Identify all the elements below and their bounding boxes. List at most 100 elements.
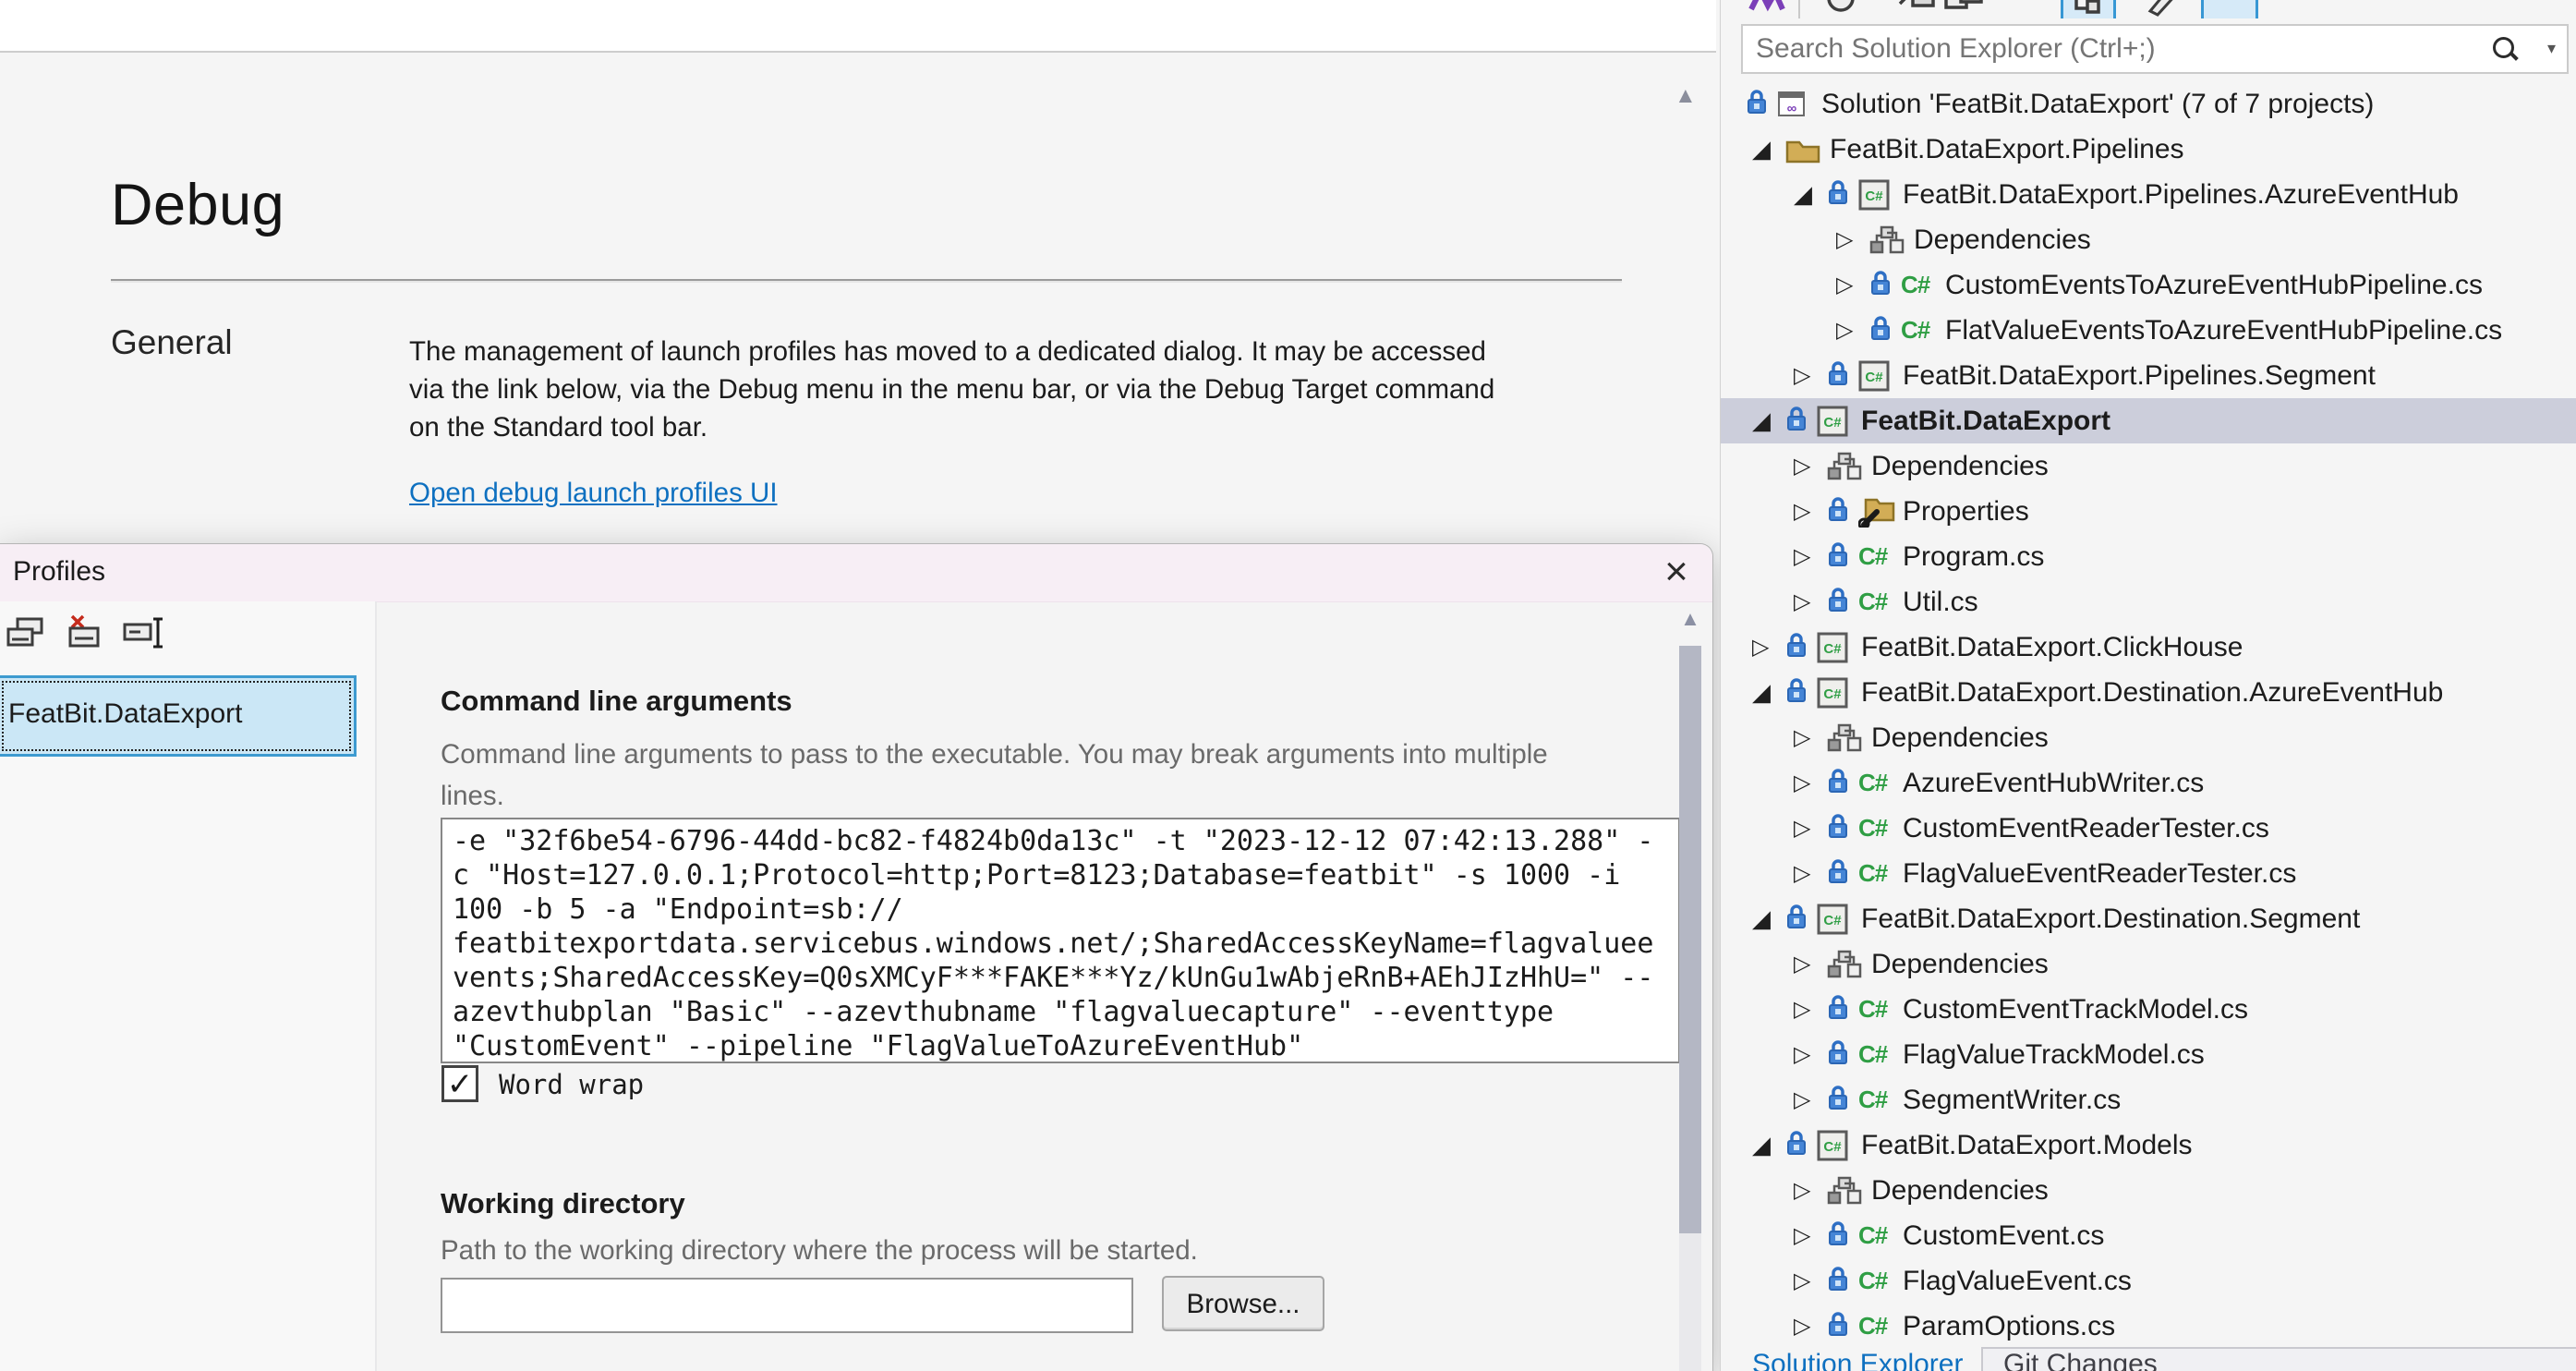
tree-row[interactable]: ◢ FeatBit.DataExport.Pipelines: [1721, 127, 2576, 172]
working-directory-input[interactable]: [441, 1278, 1133, 1333]
lock-icon: [1785, 631, 1817, 663]
tree-row[interactable]: ▷C#CustomEventTrackModel.cs: [1721, 987, 2576, 1032]
tree-row[interactable]: ▷ C#FlagValueEvent.cs: [1721, 1258, 2576, 1304]
expander-collapsed-icon[interactable]: ▷: [1794, 851, 1827, 896]
tree-row[interactable]: ◢C#FeatBit.DataExport.Pipelines.AzureEve…: [1721, 172, 2576, 217]
switch-views-icon[interactable]: [1746, 0, 1786, 18]
expander-collapsed-icon[interactable]: ▷: [1794, 534, 1827, 579]
expander-collapsed-icon[interactable]: ▷: [1794, 1168, 1827, 1213]
expander-expanded-icon[interactable]: ◢: [1752, 1122, 1785, 1168]
open-debug-launch-profiles-link[interactable]: Open debug launch profiles UI: [409, 478, 778, 509]
tree-row[interactable]: ▷C#FeatBit.DataExport.ClickHouse: [1721, 625, 2576, 670]
working-directory-heading: Working directory: [441, 1187, 685, 1220]
tree-row[interactable]: ▷ Dependencies: [1721, 443, 2576, 489]
tree-row[interactable]: ▷C#SegmentWriter.cs: [1721, 1077, 2576, 1122]
sync-with-active-document-icon[interactable]: [2061, 0, 2116, 18]
tree-row[interactable]: ◢C#FeatBit.DataExport.Destination.AzureE…: [1721, 670, 2576, 715]
tree-item-label: Dependencies: [1871, 949, 2049, 980]
cs-icon: C#: [1858, 1267, 1899, 1295]
expander-collapsed-icon[interactable]: ▷: [1794, 1077, 1827, 1122]
dialog-titlebar[interactable]: Profiles ×: [0, 544, 1712, 602]
expander-collapsed-icon[interactable]: ▷: [1794, 806, 1827, 851]
expander-collapsed-icon[interactable]: ▷: [1794, 760, 1827, 806]
tree-row[interactable]: ▷Dependencies: [1721, 715, 2576, 760]
lock-icon: [1827, 1219, 1858, 1252]
rename-profile-icon[interactable]: [122, 613, 168, 659]
expander-expanded-icon[interactable]: ◢: [1752, 670, 1785, 715]
command-line-arguments-textbox[interactable]: -e "32f6be54-6796-44dd-bc82-f4824b0da13c…: [441, 818, 1680, 1063]
tree-row[interactable]: ▷Properties: [1721, 489, 2576, 534]
tree-row[interactable]: ▷Dependencies: [1721, 1168, 2576, 1213]
edit-project-file-icon[interactable]: [2141, 0, 2182, 18]
tree-row[interactable]: ▷C#AzureEventHubWriter.cs: [1721, 760, 2576, 806]
tree-row[interactable]: ◢C#FeatBit.DataExport: [1721, 398, 2576, 443]
tree-item-label: FeatBit.DataExport.Pipelines: [1830, 134, 2184, 165]
scroll-up-arrow-icon[interactable]: ▲: [1675, 83, 1697, 109]
chevron-down-icon[interactable]: ▾: [2547, 39, 2556, 58]
expander-expanded-icon[interactable]: ◢: [1752, 398, 1785, 443]
dialog-scrollbar-thumb[interactable]: [1679, 646, 1701, 1233]
expander-collapsed-icon[interactable]: ▷: [1794, 1304, 1827, 1349]
browse-button[interactable]: Browse...: [1162, 1276, 1324, 1331]
tree-row[interactable]: ▷ Dependencies: [1721, 941, 2576, 987]
tree-item-label: Dependencies: [1871, 451, 2049, 482]
tree-item-label: FeatBit.DataExport: [1861, 406, 2110, 437]
expander-collapsed-icon[interactable]: ▷: [1794, 443, 1827, 489]
tree-row[interactable]: ▷C#CustomEventReaderTester.cs: [1721, 806, 2576, 851]
lock-icon: [1827, 812, 1858, 844]
tree-row[interactable]: ▷Dependencies: [1721, 217, 2576, 262]
tab-solution-explorer[interactable]: Solution Explorer: [1721, 1347, 1981, 1371]
search-input[interactable]: Search Solution Explorer (Ctrl+;) ▾: [1741, 24, 2569, 74]
expander-collapsed-icon[interactable]: ▷: [1752, 625, 1785, 670]
dependencies-icon: [1827, 1176, 1868, 1206]
csproj-icon: C#: [1858, 360, 1899, 392]
expander-collapsed-icon[interactable]: ▷: [1794, 1213, 1827, 1258]
expander-collapsed-icon[interactable]: ▷: [1836, 217, 1869, 262]
expander-collapsed-icon[interactable]: ▷: [1794, 987, 1827, 1032]
expander-expanded-icon[interactable]: ◢: [1752, 896, 1785, 941]
pending-changes-filter-icon[interactable]: [1820, 0, 1861, 18]
tree-row[interactable]: ▷C#FlagValueTrackModel.cs: [1721, 1032, 2576, 1077]
tree-item-label: FlatValueEventsToAzureEventHubPipeline.c…: [1945, 315, 2502, 346]
show-all-files-icon[interactable]: [1942, 0, 1987, 18]
close-icon[interactable]: ×: [1650, 546, 1703, 598]
word-wrap-checkbox[interactable]: ✓: [441, 1065, 478, 1102]
expander-collapsed-icon[interactable]: ▷: [1794, 579, 1827, 625]
tree-row[interactable]: ▷C#FeatBit.DataExport.Pipelines.Segment: [1721, 353, 2576, 398]
tree-row[interactable]: ∞Solution 'FeatBit.DataExport' (7 of 7 p…: [1721, 81, 2576, 127]
tree-row[interactable]: ▷C#CustomEvent.cs: [1721, 1213, 2576, 1258]
search-icon[interactable]: [2491, 35, 2519, 63]
solution-explorer-toolbar: [1721, 0, 2576, 18]
tree-item-label: FlagValueEvent.cs: [1903, 1266, 2132, 1297]
tree-row[interactable]: ▷C#Program.cs: [1721, 534, 2576, 579]
expander-expanded-icon[interactable]: ◢: [1794, 172, 1827, 217]
expander-collapsed-icon[interactable]: ▷: [1836, 308, 1869, 353]
delete-profile-icon[interactable]: [63, 613, 107, 659]
tab-git-changes[interactable]: Git Changes: [1981, 1347, 2576, 1371]
tree-row[interactable]: ◢C#FeatBit.DataExport.Destination.Segmen…: [1721, 896, 2576, 941]
expander-collapsed-icon[interactable]: ▷: [1794, 489, 1827, 534]
collapse-all-icon[interactable]: [1896, 0, 1937, 18]
expander-collapsed-icon[interactable]: ▷: [1794, 715, 1827, 760]
tree-row[interactable]: ▷C#CustomEventsToAzureEventHubPipeline.c…: [1721, 262, 2576, 308]
preview-selected-items-icon[interactable]: [2201, 0, 2258, 18]
lock-icon: [1746, 88, 1777, 120]
profile-list-item[interactable]: FeatBit.DataExport: [0, 675, 357, 757]
expander-collapsed-icon[interactable]: ▷: [1794, 353, 1827, 398]
expander-collapsed-icon[interactable]: ▷: [1794, 941, 1827, 987]
expander-collapsed-icon[interactable]: ▷: [1836, 262, 1869, 308]
csproj-icon: C#: [1817, 632, 1857, 663]
tree-row[interactable]: ▷C#Util.cs: [1721, 579, 2576, 625]
working-directory-description: Path to the working directory where the …: [441, 1235, 1198, 1267]
dialog-scroll-up-arrow-icon[interactable]: ▲: [1674, 607, 1707, 631]
tree-row[interactable]: ▷C#FlatValueEventsToAzureEventHubPipelin…: [1721, 308, 2576, 353]
expander-expanded-icon[interactable]: ◢: [1752, 127, 1785, 172]
profile-label: FeatBit.DataExport: [8, 698, 242, 730]
dialog-scrollbar-track[interactable]: [1679, 1233, 1701, 1371]
add-duplicate-profile-icon[interactable]: [4, 613, 48, 659]
tree-row[interactable]: ▷C#FlagValueEventReaderTester.cs: [1721, 851, 2576, 896]
tree-row[interactable]: ◢C#FeatBit.DataExport.Models: [1721, 1122, 2576, 1168]
expander-collapsed-icon[interactable]: ▷: [1794, 1258, 1827, 1304]
tree-row[interactable]: ▷C#ParamOptions.cs: [1721, 1304, 2576, 1349]
expander-collapsed-icon[interactable]: ▷: [1794, 1032, 1827, 1077]
